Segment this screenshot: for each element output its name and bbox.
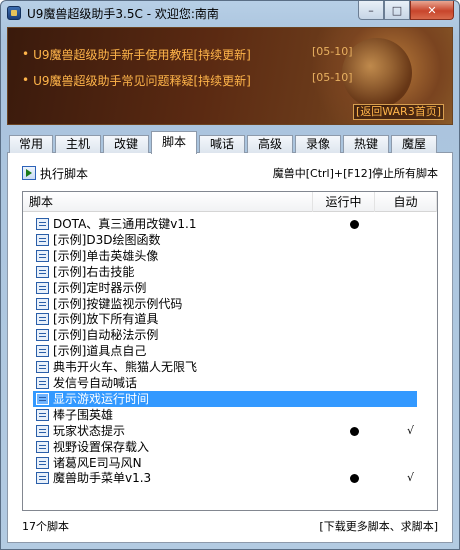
war3-home-link[interactable]: [返回WAR3首页] — [352, 104, 444, 120]
tab-advanced[interactable]: 高级 — [247, 135, 293, 153]
script-name: 发信号自动喊话 — [53, 376, 138, 390]
script-file-icon — [36, 440, 49, 453]
script-name: 诸葛风E司马风N — [53, 455, 142, 470]
news-date: [05-10] — [312, 45, 353, 58]
list-item[interactable]: 显示游戏运行时间 — [33, 390, 417, 407]
window-controls: – □ ✕ — [358, 1, 454, 20]
running-indicator-icon[interactable] — [350, 426, 359, 436]
list-item[interactable]: DOTA、真三通用改键v1.1 — [33, 216, 417, 232]
list-item[interactable]: [示例]D3D绘图函数 — [33, 232, 417, 248]
script-file-icon — [36, 233, 49, 246]
script-file-icon — [36, 281, 49, 294]
list-item[interactable]: [示例]道具点自己 — [33, 343, 417, 359]
close-icon: ✕ — [427, 3, 437, 17]
news-title: U9魔兽超级助手常见问题释疑[持续更新] — [33, 73, 251, 88]
tab-keymap[interactable]: 改键 — [103, 135, 149, 153]
list-item[interactable]: [示例]定时器示例 — [33, 280, 417, 296]
window-title: U9魔兽超级助手3.5C - 欢迎您:南南 — [27, 7, 219, 21]
script-list[interactable]: 脚本 运行中 自动 DOTA、真三通用改键v1.1 [示例]D3D绘图函数 [示例]… — [22, 191, 438, 511]
script-file-icon — [36, 408, 49, 421]
script-file-icon — [36, 377, 49, 389]
title-bar[interactable]: U9魔兽超级助手3.5C - 欢迎您:南南 – □ ✕ — [1, 1, 459, 25]
tab-scripts[interactable]: 脚本 — [151, 131, 197, 154]
news-item[interactable]: • U9魔兽超级助手常见问题释疑[持续更新] [05-10] — [22, 71, 353, 89]
script-name: [示例]D3D绘图函数 — [53, 232, 161, 247]
script-count: 17个脚本 — [22, 520, 69, 533]
scripts-panel: 执行脚本 魔兽中[Ctrl]+[F12]停止所有脚本 脚本 运行中 自动 DOT… — [7, 153, 453, 543]
script-name: 显示游戏运行时间 — [53, 391, 150, 406]
script-name: [示例]道具点自己 — [53, 344, 147, 359]
script-file-icon — [36, 456, 49, 469]
script-file-icon — [36, 345, 49, 358]
list-header: 脚本 运行中 自动 — [23, 192, 437, 212]
list-item[interactable]: 典韦开火车、熊猫人无限飞 — [33, 359, 417, 375]
script-file-icon — [36, 249, 49, 262]
script-name: 视野设置保存载入 — [53, 439, 150, 454]
news-banner: • U9魔兽超级助手新手使用教程[持续更新] [05-10] • U9魔兽超级助… — [7, 27, 453, 125]
running-indicator-icon[interactable] — [350, 220, 359, 229]
bullet-icon: • — [22, 73, 30, 87]
news-title: U9魔兽超级助手新手使用教程[持续更新] — [33, 47, 251, 62]
script-file-icon — [36, 218, 49, 230]
app-icon — [7, 6, 21, 20]
script-name: DOTA、真三通用改键v1.1 — [53, 217, 197, 231]
list-item[interactable]: 魔兽助手菜单v1.3 √ — [33, 470, 417, 486]
bullet-icon: • — [22, 47, 30, 61]
main-window: U9魔兽超级助手3.5C - 欢迎您:南南 – □ ✕ • U9魔兽超级助手新手… — [0, 0, 460, 550]
minimize-button[interactable]: – — [358, 1, 384, 20]
script-file-icon — [36, 424, 49, 437]
minimize-icon: – — [368, 3, 374, 17]
script-name: [示例]定时器示例 — [53, 280, 147, 295]
script-name: 典韦开火车、熊猫人无限飞 — [53, 360, 198, 375]
column-header-running[interactable]: 运行中 — [313, 192, 375, 212]
list-item[interactable]: 诸葛风E司马风N — [33, 455, 417, 471]
script-name: [示例]自动秘法示例 — [53, 328, 159, 343]
maximize-button[interactable]: □ — [384, 1, 410, 20]
tab-common[interactable]: 常用 — [9, 135, 53, 153]
auto-checkmark-icon[interactable]: √ — [407, 470, 414, 486]
tab-replay[interactable]: 录像 — [295, 135, 341, 153]
script-name: [示例]单击英雄头像 — [53, 248, 159, 263]
list-item[interactable]: 发信号自动喊话 — [33, 375, 417, 391]
auto-checkmark-icon[interactable]: √ — [407, 423, 414, 439]
script-name: [示例]右击技能 — [53, 264, 135, 279]
script-name: 魔兽助手菜单v1.3 — [53, 471, 152, 486]
script-file-icon — [36, 472, 49, 485]
tab-host[interactable]: 主机 — [55, 135, 101, 153]
news-date: [05-10] — [312, 71, 353, 84]
script-name: [示例]放下所有道具 — [53, 312, 159, 327]
maximize-icon: □ — [391, 3, 403, 17]
run-script-button[interactable]: 执行脚本 — [22, 165, 88, 181]
tab-magic-house[interactable]: 魔屋 — [391, 135, 437, 153]
stop-hotkey-hint: 魔兽中[Ctrl]+[F12]停止所有脚本 — [272, 167, 438, 180]
script-file-icon — [36, 361, 49, 374]
close-button[interactable]: ✕ — [410, 1, 454, 20]
script-file-icon — [36, 297, 49, 310]
tab-hotkeys[interactable]: 热键 — [343, 135, 389, 153]
list-item[interactable]: [示例]单击英雄头像 — [33, 248, 417, 264]
download-more-link[interactable]: [下载更多脚本、求脚本] — [319, 518, 438, 534]
list-item[interactable]: [示例]自动秘法示例 — [33, 327, 417, 343]
running-indicator-icon[interactable] — [350, 474, 359, 484]
script-name: 棒子围英雄 — [53, 407, 114, 422]
column-header-auto[interactable]: 自动 — [375, 192, 437, 212]
list-item[interactable]: [示例]右击技能 — [33, 264, 417, 280]
script-file-icon — [36, 265, 49, 278]
script-name: 玩家状态提示 — [53, 423, 126, 438]
script-name: [示例]按键监视示例代码 — [53, 296, 183, 311]
list-item[interactable]: 视野设置保存载入 — [33, 439, 417, 455]
run-script-icon — [22, 166, 36, 180]
tab-shout[interactable]: 喊话 — [199, 135, 245, 153]
script-file-icon — [36, 329, 49, 342]
news-item[interactable]: • U9魔兽超级助手新手使用教程[持续更新] [05-10] — [22, 45, 353, 63]
run-script-label: 执行脚本 — [40, 166, 89, 181]
list-item[interactable]: 棒子围英雄 — [33, 407, 417, 423]
list-item[interactable]: [示例]按键监视示例代码 — [33, 296, 417, 312]
list-item[interactable]: 玩家状态提示 √ — [33, 423, 417, 439]
column-header-script[interactable]: 脚本 — [23, 192, 313, 212]
list-item[interactable]: [示例]放下所有道具 — [33, 311, 417, 327]
script-file-icon — [36, 392, 49, 405]
tab-bar: 常用 主机 改键 脚本 喊话 高级 录像 热键 魔屋 — [7, 131, 453, 154]
script-file-icon — [36, 313, 49, 326]
